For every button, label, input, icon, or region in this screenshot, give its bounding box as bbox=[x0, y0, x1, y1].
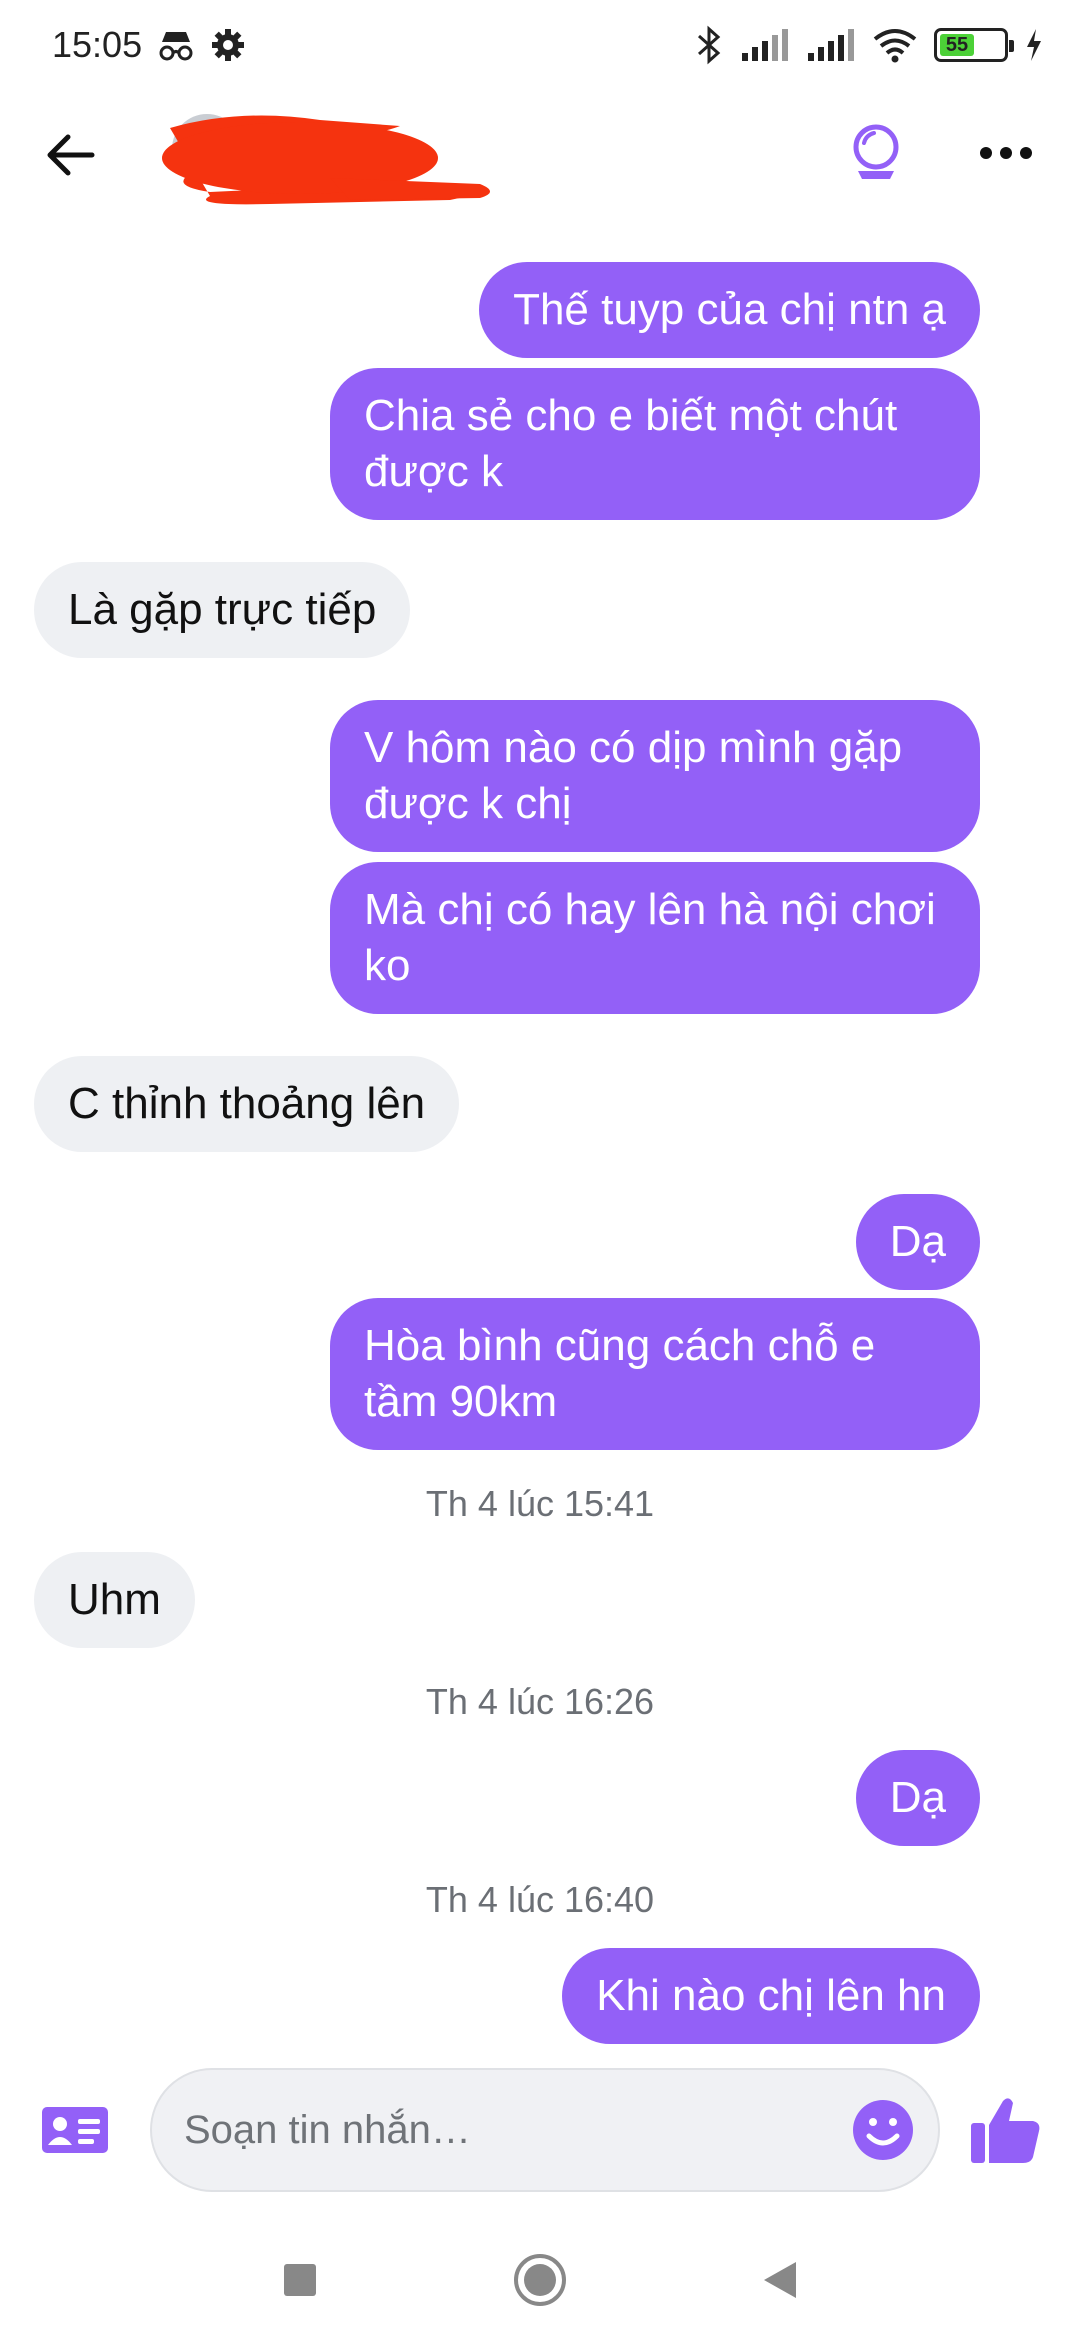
redaction-mark bbox=[162, 115, 490, 205]
incognito-icon bbox=[156, 28, 196, 62]
message-bubble-outgoing[interactable]: Khi nào chị lên hn bbox=[562, 1948, 980, 2044]
bluetooth-icon bbox=[694, 25, 724, 65]
message-bubble-incoming[interactable]: Uhm bbox=[34, 1552, 195, 1648]
message-bubble-outgoing[interactable]: Dạ bbox=[855, 1750, 980, 1846]
gear-icon bbox=[210, 27, 246, 63]
battery-level: 55 bbox=[940, 34, 975, 56]
message-bubble-outgoing[interactable]: Hòa bình cũng cách chỗ e tầm 90km bbox=[330, 1298, 980, 1450]
contact-info[interactable] bbox=[150, 100, 510, 210]
status-right: 55 bbox=[694, 25, 1044, 65]
message-timestamp: Th 4 lúc 15:41 bbox=[425, 1483, 655, 1524]
message-timestamp: Th 4 lúc 16:40 bbox=[425, 1879, 655, 1920]
contact-card-button[interactable] bbox=[30, 2085, 120, 2175]
crystal-ball-button[interactable] bbox=[844, 121, 908, 190]
signal-icon bbox=[740, 27, 790, 63]
emoji-button[interactable] bbox=[848, 2095, 918, 2165]
back-nav-button[interactable] bbox=[745, 2245, 815, 2315]
home-button[interactable] bbox=[505, 2245, 575, 2315]
signal-icon bbox=[806, 27, 856, 63]
contact-card-icon bbox=[42, 2107, 108, 2153]
message-bubble-incoming[interactable]: C thỉnh thoảng lên bbox=[34, 1056, 460, 1152]
system-nav-bar bbox=[0, 2220, 1080, 2340]
message-bubble-outgoing[interactable]: Dạ bbox=[855, 1194, 980, 1290]
crystal-ball-icon bbox=[853, 124, 899, 179]
back-icon bbox=[764, 2262, 796, 2298]
thumbs-up-icon bbox=[971, 2098, 1040, 2163]
more-options-button[interactable] bbox=[978, 145, 1034, 166]
message-input-container bbox=[150, 2068, 940, 2192]
message-bubble-outgoing[interactable]: Mà chị có hay lên hà nội chơi ko bbox=[330, 862, 980, 1014]
charging-icon bbox=[1024, 27, 1044, 63]
wifi-icon bbox=[872, 27, 918, 63]
home-icon bbox=[514, 2254, 566, 2306]
thumbs-up-button[interactable] bbox=[960, 2085, 1050, 2175]
battery-icon: 55 bbox=[934, 28, 1014, 62]
more-icon bbox=[980, 146, 1032, 159]
message-bubble-outgoing[interactable]: Chia sẻ cho e biết một chút được k bbox=[330, 368, 980, 520]
message-timestamp: Th 4 lúc 16:26 bbox=[425, 1681, 655, 1722]
back-button[interactable] bbox=[30, 115, 110, 195]
message-bubble-outgoing[interactable]: V hôm nào có dịp mình gặp được k chị bbox=[330, 700, 980, 852]
message-bubble-outgoing[interactable]: Thế tuyp của chị ntn ạ bbox=[479, 262, 980, 358]
chat-header bbox=[0, 90, 1080, 220]
message-list[interactable]: Thế tuyp của chị ntn ạ Chia sẻ cho e biế… bbox=[0, 240, 1080, 2060]
message-composer bbox=[0, 2060, 1080, 2200]
message-bubble-incoming[interactable]: Là gặp trực tiếp bbox=[34, 562, 411, 658]
header-actions bbox=[844, 121, 1050, 190]
recents-button[interactable] bbox=[265, 2245, 335, 2315]
status-left: 15:05 bbox=[52, 24, 246, 66]
status-time: 15:05 bbox=[52, 24, 143, 65]
back-arrow-icon bbox=[47, 134, 95, 176]
recents-icon bbox=[284, 2264, 316, 2296]
emoji-icon bbox=[853, 2100, 913, 2160]
status-bar: 15:05 55 bbox=[0, 0, 1080, 90]
message-input[interactable] bbox=[184, 2107, 848, 2153]
